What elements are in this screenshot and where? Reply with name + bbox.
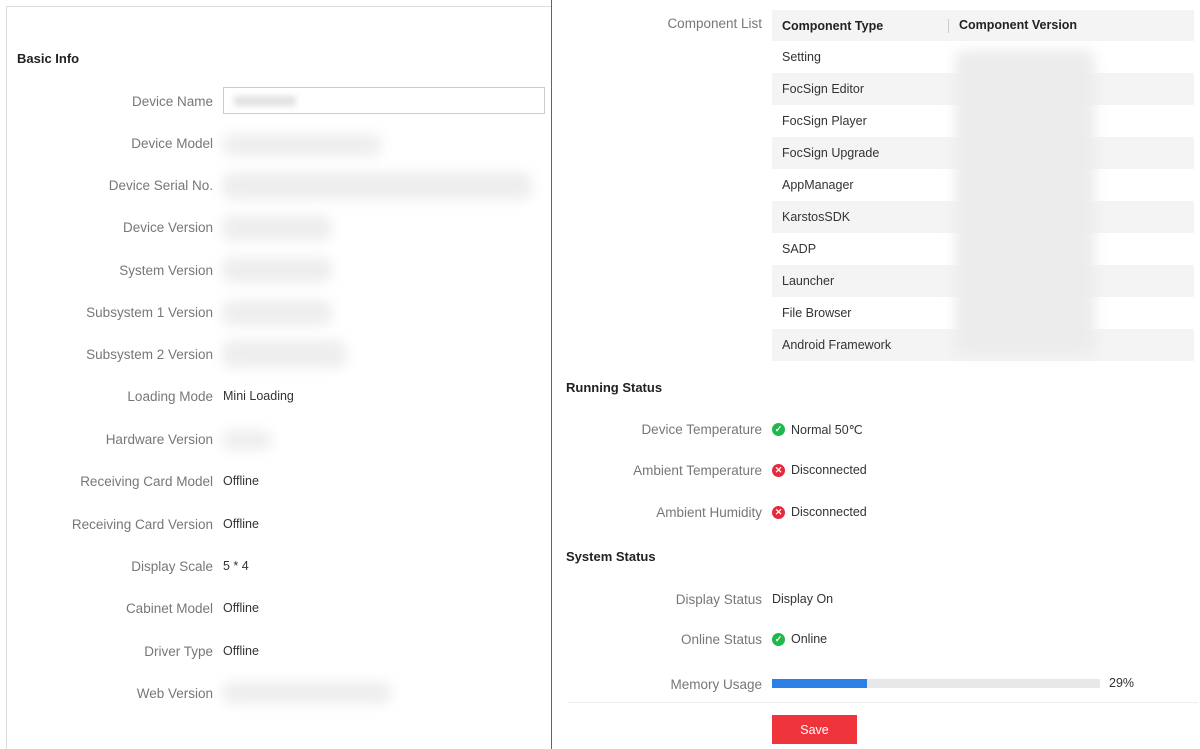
- info-value: 5 * 4: [223, 559, 249, 573]
- redacted-subsystem1-version: [222, 300, 332, 326]
- info-label: Subsystem 2 Version: [86, 346, 213, 362]
- footer-divider: [568, 702, 1198, 703]
- display-status-row: Display Status Display On: [0, 589, 833, 609]
- component-type-cell: SADP: [782, 242, 817, 256]
- ambient-humidity-label: Ambient Humidity: [656, 504, 762, 520]
- info-label: System Version: [119, 262, 213, 278]
- info-label: Device Serial No.: [108, 177, 213, 193]
- memory-usage-percent: 29%: [1109, 676, 1135, 690]
- redacted-serial-no: [222, 172, 532, 200]
- redacted-device-version: [222, 215, 332, 241]
- error-x-icon: ✕: [772, 463, 785, 477]
- component-type-cell: Setting: [782, 50, 821, 64]
- online-status-row: Online Status ✓ Online: [0, 629, 827, 649]
- component-type-cell: FocSign Upgrade: [772, 137, 948, 169]
- ambient-humidity-row: Ambient Humidity ✕ Disconnected: [0, 502, 867, 522]
- save-button[interactable]: Save: [772, 715, 857, 744]
- info-row: Subsystem 2 Version: [0, 344, 223, 364]
- memory-usage-fill: [772, 679, 868, 688]
- redacted-system-version: [222, 257, 332, 283]
- device-temperature-row: Device Temperature ✓ Normal 50℃: [0, 419, 863, 439]
- component-type-cell: Launcher: [772, 265, 948, 297]
- system-status-title: System Status: [566, 549, 656, 564]
- component-list-row: Component List: [0, 13, 762, 33]
- device-temperature-status: ✓ Normal 50℃: [772, 422, 863, 437]
- device-name-label: Device Name: [131, 93, 213, 109]
- ambient-temperature-row: Ambient Temperature ✕ Disconnected: [0, 460, 867, 480]
- component-list-label: Component List: [667, 15, 762, 31]
- display-status-label: Display Status: [675, 591, 762, 607]
- check-icon: ✓: [772, 422, 785, 436]
- info-row: Device Version: [0, 217, 223, 237]
- info-value: Mini Loading: [223, 389, 294, 403]
- memory-usage-row: Memory Usage: [0, 674, 762, 694]
- redacted-device-model: [222, 134, 382, 156]
- info-row: Display Scale 5 * 4: [0, 556, 249, 576]
- online-status-label: Online Status: [680, 631, 762, 647]
- ambient-temperature-status: ✕ Disconnected: [772, 463, 867, 477]
- display-status-value: Display On: [772, 592, 834, 606]
- device-temperature-label: Device Temperature: [641, 421, 762, 437]
- ambient-temperature-label: Ambient Temperature: [633, 462, 762, 478]
- error-x-icon: ✕: [772, 505, 785, 519]
- col-header-version: Component Version: [948, 10, 1194, 41]
- component-type-cell: FocSign Player: [782, 114, 867, 128]
- component-type-cell: AppManager: [782, 178, 854, 192]
- ambient-humidity-status: ✕ Disconnected: [772, 505, 867, 519]
- check-icon: ✓: [772, 632, 785, 646]
- info-label: Display Scale: [131, 558, 213, 574]
- component-type-cell: FocSign Editor: [772, 73, 948, 105]
- info-label: Device Version: [122, 219, 213, 235]
- memory-usage-bar: [772, 679, 1100, 688]
- component-table-header: Component Type Component Version: [772, 10, 1194, 41]
- info-label: Loading Mode: [127, 388, 213, 404]
- component-type-cell: Android Framework: [772, 329, 948, 361]
- info-label: Subsystem 1 Version: [86, 304, 213, 320]
- online-status-value: ✓ Online: [772, 632, 827, 646]
- component-type-cell: File Browser: [782, 306, 852, 320]
- info-row: Loading Mode Mini Loading: [0, 386, 294, 406]
- device-name-row: Device Name: [0, 91, 213, 111]
- info-row: System Version: [0, 260, 223, 280]
- running-status-title: Running Status: [566, 380, 663, 395]
- redacted-subsystem2-version: [222, 340, 347, 368]
- redacted-component-versions: [955, 50, 1095, 355]
- info-row: Device Model: [0, 133, 223, 153]
- memory-usage-label: Memory Usage: [670, 676, 762, 692]
- info-label: Device Model: [131, 135, 213, 151]
- col-header-type: Component Type: [782, 18, 884, 33]
- basic-info-title: Basic Info: [17, 51, 80, 66]
- panel-border-top: [6, 6, 551, 7]
- info-row: Subsystem 1 Version: [0, 302, 223, 322]
- component-type-cell: KarstosSDK: [772, 201, 948, 233]
- info-row: Device Serial No.: [0, 175, 223, 195]
- device-name-input[interactable]: [223, 87, 545, 114]
- redacted-value: [234, 96, 296, 106]
